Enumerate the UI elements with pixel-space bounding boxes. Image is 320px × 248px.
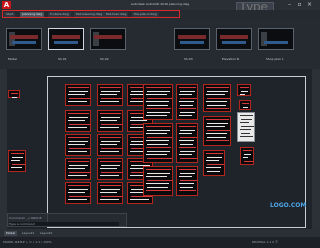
window-title: Autodesk AutoCAD 2016 planning.dwg [130,2,190,6]
drawing-sheet [97,134,123,156]
drawing-sheet [65,84,91,106]
drawing-sheet [237,84,251,96]
drawing-sheet [143,166,173,196]
drawing-sheet [65,182,91,204]
drawing-sheet [237,112,255,142]
drawing-sheet [97,182,123,204]
maximize-icon[interactable]: ▫ [296,1,303,8]
status-units[interactable]: DECIMAL 1:1 0 ☰ [252,240,278,244]
tab-layout1[interactable]: Layout1 [20,231,36,236]
drawing-sheet [176,84,198,120]
status-toggles[interactable]: MODEL #### ∟ ⊙ ⌖ 1:1 / 100% [3,240,52,244]
watermark-logo: LOGO.COM [270,202,307,209]
thumbnail-shop-plan[interactable] [258,28,294,50]
thumbnail-label: Shop plan 1 [266,57,284,61]
thumbnail-sh01[interactable] [48,28,84,50]
thumbnail-model[interactable] [6,28,42,50]
thumbnail-label: Model [8,57,18,61]
thumbnail-label: Elevation B [222,57,239,61]
drawing-sheet [8,150,26,172]
drawing-sheet [97,84,123,106]
drawing-sheet [203,150,225,176]
thumbnail-label: Sh-01 [58,57,67,61]
drawing-sheet [8,90,20,98]
tab-layout2[interactable]: Layout2 [38,231,54,236]
drawing-sheet [143,84,173,120]
thumbnail-label: Sh-03 [184,57,193,61]
drawing-sheet [176,166,198,196]
close-icon[interactable]: × [306,1,313,8]
drawing-sheet [97,158,123,180]
drawing-sheet [240,147,254,165]
drawing-sheet [176,123,198,163]
thumbnail-label: Sh-02 [100,57,109,61]
drawing-sheet [203,84,231,112]
autocad-logo-icon[interactable]: A [2,1,11,9]
tab-model[interactable]: Model [4,231,18,236]
drawing-sheet [65,134,91,156]
drawing-sheet [143,123,173,163]
navigation-bar[interactable] [312,69,320,229]
tab-highlight-frame [2,10,180,18]
drawing-sheet [203,116,231,146]
command-input[interactable]: Type a command [9,222,119,226]
command-history: Command: _u GROUP [9,216,42,220]
thumbnail-sh03[interactable] [174,28,210,50]
drawing-sheet [65,110,91,132]
drawing-sheet [239,100,251,110]
left-toolbar[interactable] [0,69,7,229]
drawing-sheet [65,158,91,180]
thumbnail-elevation[interactable] [216,28,252,50]
thumbnail-sh02[interactable] [90,28,126,50]
minimize-icon[interactable]: – [286,1,293,8]
drawing-sheet [97,110,123,132]
